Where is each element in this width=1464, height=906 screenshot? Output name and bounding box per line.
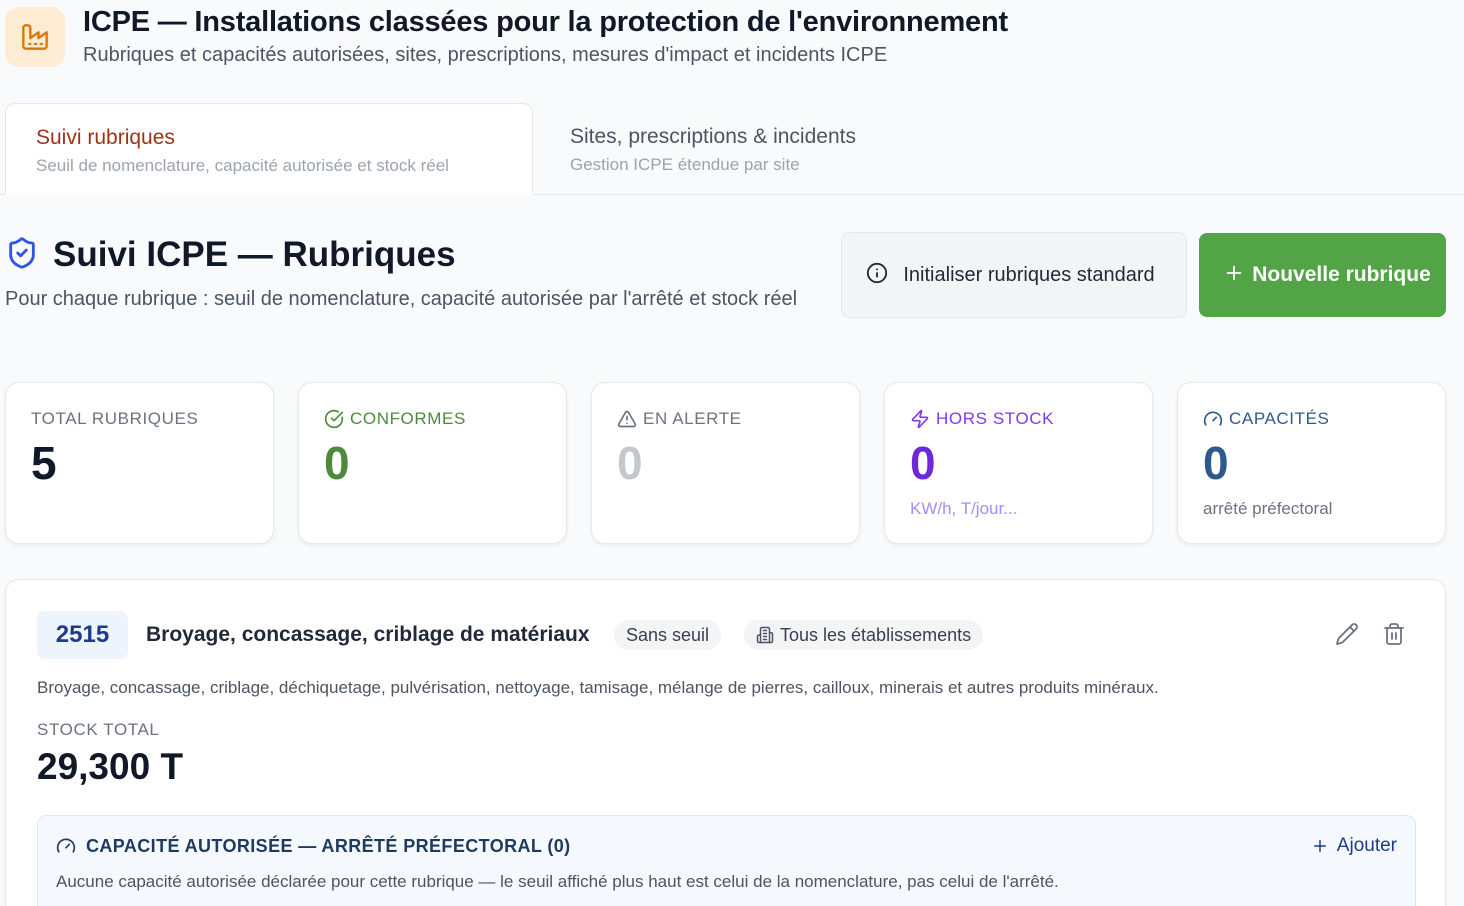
stock-total-value: 29,300 T <box>37 746 184 787</box>
alert-triangle-icon <box>617 410 637 428</box>
seuil-badge: Sans seuil <box>614 620 722 650</box>
stat-label-text: CONFORMES <box>350 409 466 428</box>
etablissement-badge-text: Tous les établissements <box>780 624 972 645</box>
seuil-badge-text: Sans seuil <box>626 624 710 645</box>
rubrique-code: 2515 <box>37 611 128 659</box>
capacity-title-text: CAPACITÉ AUTORISÉE — ARRÊTÉ PRÉFECTORAL … <box>86 836 571 856</box>
stat-value: 0 <box>1203 437 1229 489</box>
stat-value: 5 <box>31 437 57 489</box>
check-circle-icon <box>324 409 344 429</box>
delete-rubrique-button[interactable] <box>1378 618 1410 650</box>
tab-label: Suivi rubriques <box>36 126 175 149</box>
rubrique-card: 2515 Broyage, concassage, criblage de ma… <box>5 579 1446 906</box>
stock-total-label: STOCK TOTAL <box>37 720 160 739</box>
tab-label: Sites, prescriptions & incidents <box>570 125 856 148</box>
stat-note: arrêté préfectoral <box>1203 499 1333 518</box>
stat-label-text: HORS STOCK <box>936 409 1055 428</box>
info-icon <box>866 262 888 289</box>
new-button-label: Nouvelle rubrique <box>1252 263 1431 286</box>
factory-icon <box>5 7 65 67</box>
etablissement-badge: Tous les établissements <box>744 620 984 650</box>
zap-icon <box>911 409 929 429</box>
stat-card-hors-stock: HORS STOCK 0 KW/h, T/jour... <box>884 382 1153 544</box>
stat-value: 0 <box>910 437 936 489</box>
page-subtitle: Rubriques et capacités autorisées, sites… <box>83 44 888 66</box>
tab-sublabel: Gestion ICPE étendue par site <box>570 155 800 174</box>
add-capacity-button[interactable]: Ajouter <box>1311 834 1397 858</box>
stat-label: CONFORMES <box>324 407 566 431</box>
section-header: Suivi ICPE — Rubriques Pour chaque rubri… <box>5 232 825 314</box>
stat-value: 0 <box>324 437 350 489</box>
app-header: ICPE — Installations classées pour la pr… <box>5 0 1464 80</box>
stat-label-text: TOTAL RUBRIQUES <box>31 409 199 428</box>
stat-card-conformes: CONFORMES 0 <box>298 382 567 544</box>
shield-check-icon <box>5 236 39 275</box>
init-button-label: Initialiser rubriques standard <box>903 264 1155 286</box>
stat-card-en-alerte: EN ALERTE 0 <box>591 382 860 544</box>
tab-suivi-rubriques[interactable]: Suivi rubriques Seuil de nomenclature, c… <box>5 103 533 195</box>
rubrique-title: Broyage, concassage, criblage de matéria… <box>146 623 590 646</box>
stat-label: HORS STOCK <box>910 407 1152 431</box>
stat-label-text: EN ALERTE <box>643 409 742 428</box>
stat-note: KW/h, T/jour... <box>910 499 1018 518</box>
trash-icon <box>1384 623 1404 645</box>
stat-value: 0 <box>617 437 643 489</box>
plus-icon <box>1313 840 1326 852</box>
building-icon <box>756 626 774 644</box>
tab-sublabel: Seuil de nomenclature, capacité autorisé… <box>36 156 449 175</box>
section-title: Suivi ICPE — Rubriques <box>53 235 456 274</box>
stat-card-capacites: CAPACITÉS 0 arrêté préfectoral <box>1177 382 1446 544</box>
new-rubrique-button[interactable]: Nouvelle rubrique <box>1199 233 1446 317</box>
stat-label-text: CAPACITÉS <box>1229 409 1330 428</box>
plus-icon <box>1223 262 1245 289</box>
capacity-title: CAPACITÉ AUTORISÉE — ARRÊTÉ PRÉFECTORAL … <box>56 834 571 858</box>
stat-label: EN ALERTE <box>617 407 859 431</box>
rubrique-description: Broyage, concassage, criblage, déchiquet… <box>37 678 1159 697</box>
stat-label: TOTAL RUBRIQUES <box>31 407 273 431</box>
page-title: ICPE — Installations classées pour la pr… <box>83 6 1008 38</box>
capacity-panel: CAPACITÉ AUTORISÉE — ARRÊTÉ PRÉFECTORAL … <box>37 815 1416 906</box>
capacity-note: Aucune capacité autorisée déclarée pour … <box>56 872 1059 891</box>
section-description: Pour chaque rubrique : seuil de nomencla… <box>5 288 798 310</box>
gauge-icon <box>1203 411 1223 426</box>
edit-rubrique-button[interactable] <box>1331 618 1363 650</box>
tab-bar: Suivi rubriques Seuil de nomenclature, c… <box>0 103 1464 195</box>
tab-sites-prescriptions[interactable]: Sites, prescriptions & incidents Gestion… <box>540 103 960 195</box>
add-capacity-label: Ajouter <box>1336 835 1397 856</box>
stat-card-total: TOTAL RUBRIQUES 5 <box>5 382 274 544</box>
gauge-icon <box>56 838 76 853</box>
stat-label: CAPACITÉS <box>1203 407 1445 431</box>
pencil-icon <box>1336 623 1358 645</box>
init-standard-rubriques-button[interactable]: Initialiser rubriques standard <box>841 232 1187 318</box>
